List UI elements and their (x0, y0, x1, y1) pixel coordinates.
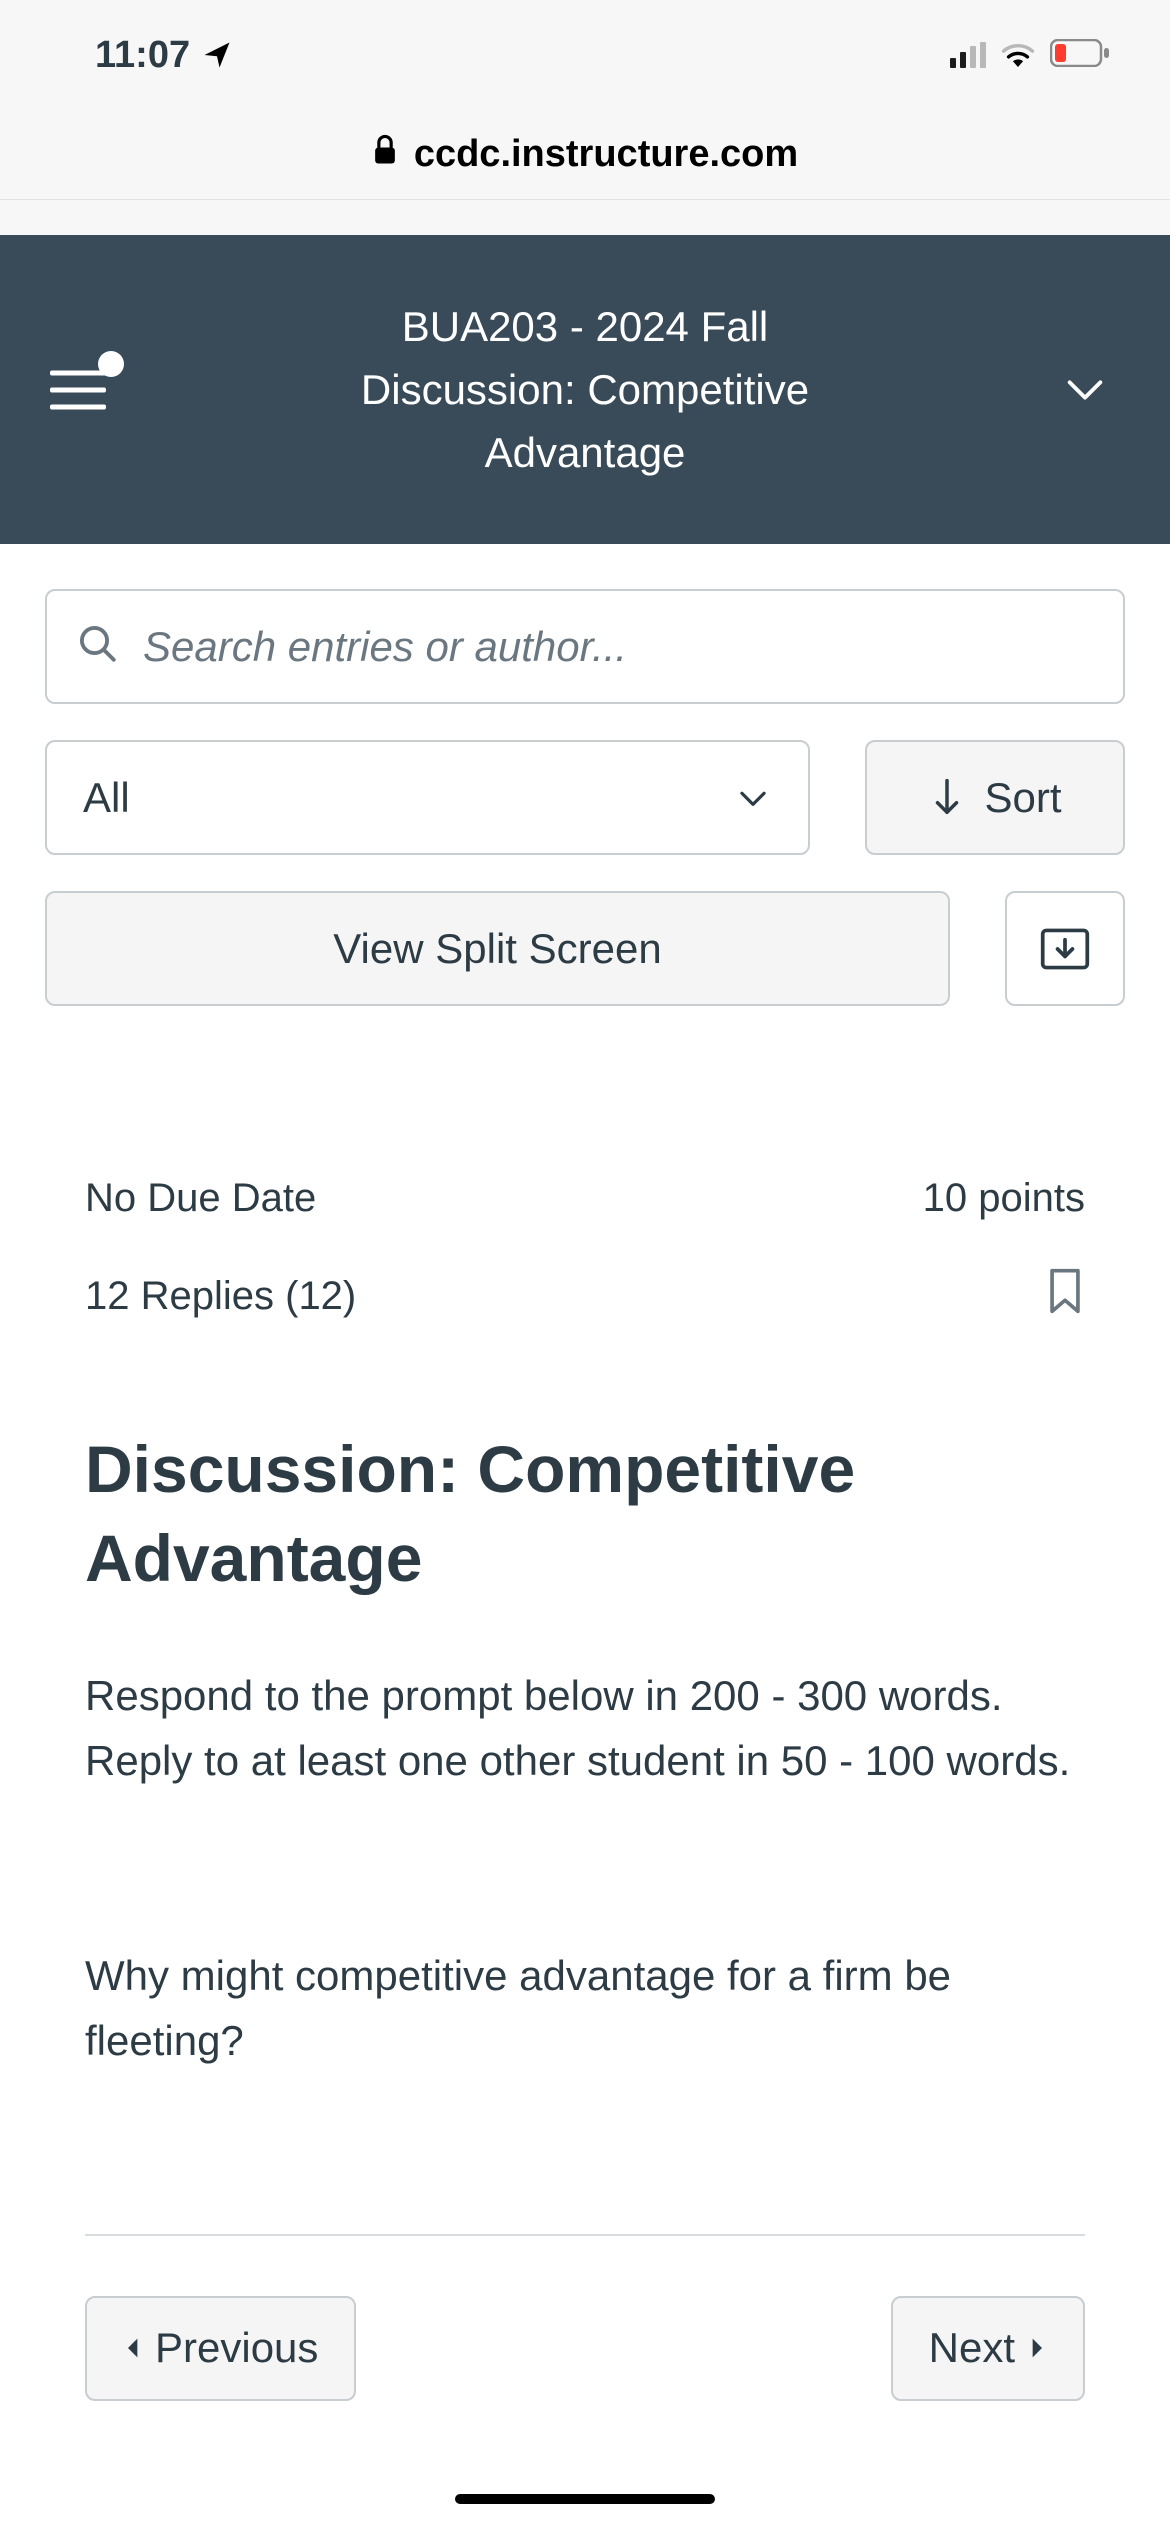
divider (85, 2234, 1085, 2236)
next-label: Next (929, 2324, 1015, 2372)
search-box[interactable] (45, 589, 1125, 704)
chevron-down-icon (734, 779, 772, 817)
ios-status-bar: 11:07 (0, 0, 1170, 110)
triangle-left-icon (123, 2336, 141, 2360)
lock-icon (372, 133, 398, 176)
wifi-icon (1000, 34, 1036, 77)
triangle-right-icon (1029, 2336, 1047, 2360)
notification-dot-icon (98, 351, 124, 377)
due-date: No Due Date (85, 1176, 316, 1221)
home-indicator[interactable] (455, 2494, 715, 2504)
canvas-header: BUA203 - 2024 Fall Discussion: Competiti… (0, 235, 1170, 544)
battery-icon (1050, 34, 1110, 77)
location-icon (202, 40, 232, 70)
cellular-icon (950, 42, 986, 68)
filter-select[interactable]: All (45, 740, 810, 855)
chevron-down-icon (1062, 367, 1108, 413)
search-icon (77, 623, 119, 670)
menu-button[interactable] (50, 355, 120, 425)
view-split-screen-button[interactable]: View Split Screen (45, 891, 950, 1006)
bookmark-button[interactable] (1045, 1267, 1085, 1325)
browser-url-bar[interactable]: ccdc.instructure.com (0, 110, 1170, 200)
previous-button[interactable]: Previous (85, 2296, 356, 2401)
expand-header-button[interactable] (1050, 367, 1120, 413)
bookmark-icon (1045, 1267, 1085, 1315)
split-screen-label: View Split Screen (333, 925, 661, 973)
next-button[interactable]: Next (891, 2296, 1085, 2401)
collapse-icon (1039, 923, 1091, 975)
arrow-down-icon (928, 777, 966, 819)
status-time: 11:07 (95, 34, 190, 77)
search-input[interactable] (143, 623, 1093, 671)
discussion-instructions: Respond to the prompt below in 200 - 300… (85, 1663, 1085, 1793)
previous-label: Previous (155, 2324, 318, 2372)
sort-button[interactable]: Sort (865, 740, 1125, 855)
collapse-replies-button[interactable] (1005, 891, 1125, 1006)
browser-url-text: ccdc.instructure.com (414, 133, 798, 176)
sort-label: Sort (984, 774, 1061, 822)
page-title: BUA203 - 2024 Fall Discussion: Competiti… (120, 295, 1050, 484)
replies-count[interactable]: 12 Replies (12) (85, 1274, 356, 1319)
filter-select-label: All (83, 774, 130, 822)
discussion-prompt: Why might competitive advantage for a fi… (85, 1943, 1085, 2073)
discussion-title: Discussion: Competitive Advantage (85, 1425, 1085, 1603)
points: 10 points (923, 1176, 1085, 1221)
